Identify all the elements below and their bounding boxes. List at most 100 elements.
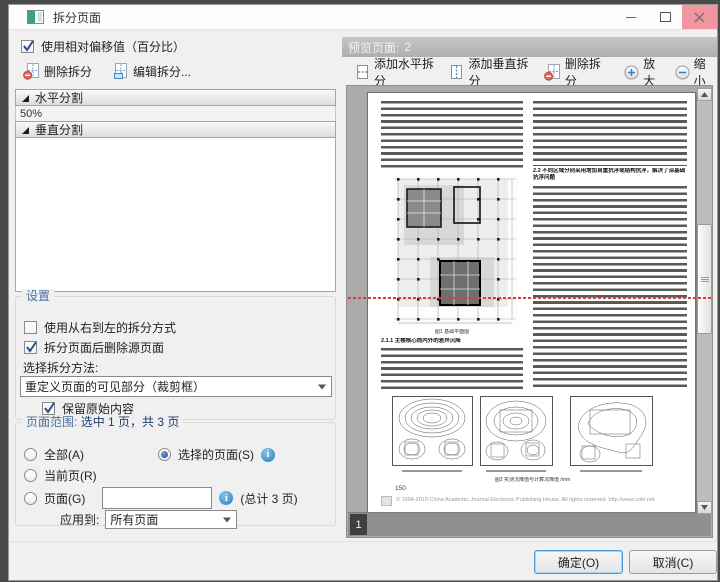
scroll-down-button[interactable]: [697, 501, 712, 514]
rtl-split-checkbox[interactable]: [24, 321, 37, 334]
paragraph-text: [533, 101, 687, 166]
maximize-button[interactable]: [648, 5, 682, 29]
contour-figure: [480, 396, 553, 466]
arrow-up-icon: [701, 92, 708, 97]
add-horizontal-split-label: 添加水平拆分: [374, 55, 438, 89]
apply-to-row: 应用到: 所有页面: [60, 510, 237, 529]
preview-toolbar: 添加水平拆分 添加垂直拆分 删除拆分 放: [342, 59, 717, 85]
edit-split-icon: [112, 63, 129, 80]
vertical-split-empty-list[interactable]: [15, 138, 336, 292]
keep-original-checkbox[interactable]: [42, 402, 55, 415]
vertical-split-header-label: 垂直分割: [35, 121, 83, 138]
scroll-up-button[interactable]: [697, 88, 712, 101]
range-current-row: 当前页(R): [24, 467, 97, 484]
dialog-footer: 确定(O) 取消(C): [9, 541, 717, 583]
close-icon: [694, 12, 705, 23]
split-pages-dialog: 拆分页面 使用相对偏移值（百分比）: [8, 4, 718, 581]
add-vertical-split-label: 添加垂直拆分: [468, 55, 532, 89]
preview-page-number: 2: [404, 40, 411, 54]
subsection-heading: 2.1.1 主楼核心筒内外的差异沉降: [381, 338, 523, 345]
info-icon[interactable]: i: [219, 491, 233, 505]
split-method-value: 重定义页面的可见部分（裁剪框）: [25, 378, 205, 395]
range-selected-radio[interactable]: [158, 448, 171, 461]
figure1-caption: 图1 基础平面图: [381, 329, 523, 335]
check-icon: [24, 340, 39, 355]
figure2-caption: 图2 实测沉降值与计算沉降值 /mm: [368, 477, 697, 483]
delete-split-button[interactable]: 删除拆分: [17, 59, 98, 84]
contour-caption-text: [486, 470, 546, 473]
check-icon: [42, 401, 57, 416]
settings-group: 设置 使用从右到左的拆分方式 拆分页面后删除源页面 选择拆分方法: 重定义页面的…: [15, 296, 336, 420]
delete-source-label: 拆分页面后删除源页面: [44, 339, 164, 356]
horizontal-split-item[interactable]: 50%: [15, 106, 336, 122]
close-button[interactable]: [682, 5, 717, 29]
zoom-out-icon: [675, 65, 690, 80]
minimize-icon: [626, 17, 636, 18]
edit-split-button[interactable]: 编辑拆分...: [106, 59, 197, 84]
edit-split-label: 编辑拆分...: [133, 63, 191, 80]
dialog-title: 拆分页面: [53, 9, 101, 26]
expander-triangle-icon: [20, 125, 30, 135]
range-all-radio[interactable]: [24, 448, 37, 461]
contour-caption-text: [402, 470, 462, 473]
chevron-down-icon: [318, 384, 326, 389]
arrow-down-icon: [701, 505, 708, 510]
relative-offset-checkbox[interactable]: [21, 40, 34, 53]
horizontal-split-expander[interactable]: 水平分割: [15, 89, 336, 106]
document-page: 图1 基础平面图 2.1.1 主楼核心筒内外的差异沉降 2.2 不同区域分别采用…: [367, 92, 696, 514]
total-pages-label: (总计 3 页): [240, 490, 297, 507]
preview-delete-split-label: 删除拆分: [565, 55, 607, 89]
titlebar[interactable]: 拆分页面: [9, 5, 717, 30]
split-list: 水平分割 50% 垂直分割: [15, 89, 336, 292]
zoom-in-label: 放大: [643, 55, 663, 89]
page-range-group: 页面范围: 选中 1 页，共 3 页 全部(A) 选择的页面(S) i 当前页(…: [15, 422, 336, 526]
range-pages-label: 页面(G): [44, 490, 85, 507]
split-method-label: 选择拆分方法:: [23, 359, 98, 376]
cancel-button[interactable]: 取消(C): [629, 550, 717, 574]
apply-to-select[interactable]: 所有页面: [105, 510, 237, 529]
settings-group-label: 设置: [22, 289, 54, 304]
window-controls: [614, 5, 717, 29]
preview-scrollbar[interactable]: [697, 88, 712, 514]
paragraph-text: [533, 186, 687, 391]
add-horizontal-split-icon: [355, 65, 370, 80]
horizontal-split-header-label: 水平分割: [35, 89, 83, 106]
split-method-select[interactable]: 重定义页面的可见部分（裁剪框）: [20, 376, 332, 397]
info-icon[interactable]: i: [261, 448, 275, 462]
paragraph-text: [381, 101, 523, 171]
page-range-summary: 选中 1 页，共 3 页: [81, 415, 180, 429]
apply-to-label: 应用到:: [60, 511, 99, 528]
zoom-in-icon: [624, 65, 639, 80]
scrollbar-thumb[interactable]: [697, 224, 712, 334]
minimize-button[interactable]: [614, 5, 648, 29]
range-pages-radio[interactable]: [24, 492, 37, 505]
range-current-radio[interactable]: [24, 469, 37, 482]
floor-plan-figure: [390, 173, 519, 326]
page-range-header: 页面范围:: [26, 415, 77, 429]
vertical-split-expander[interactable]: 垂直分割: [15, 121, 336, 138]
horizontal-split-line[interactable]: [348, 297, 712, 299]
cnki-logo-icon: [381, 496, 392, 506]
page-thumbnail-badge[interactable]: 1: [350, 514, 367, 535]
check-icon: [21, 39, 36, 54]
contour-figure: [570, 396, 653, 466]
section-heading: 2.2 不同区域分别采用增加自重抗浮或结构抗浮，解决了深基础抗浮问题: [533, 168, 687, 183]
add-vertical-split-icon: [449, 65, 464, 80]
preview-viewport[interactable]: 图1 基础平面图 2.1.1 主楼核心筒内外的差异沉降 2.2 不同区域分别采用…: [346, 85, 713, 538]
range-all-label: 全部(A): [44, 446, 84, 463]
preview-page-strip: 1: [348, 512, 711, 536]
range-selected-row: 选择的页面(S) i: [158, 446, 275, 463]
split-page-app-icon: [27, 10, 44, 24]
contour-figure: [392, 396, 473, 466]
rtl-split-row: 使用从右到左的拆分方式: [24, 319, 176, 336]
page-range-group-label: 页面范围: 选中 1 页，共 3 页: [22, 415, 183, 430]
pages-input[interactable]: [102, 487, 212, 509]
delete-split-icon: [544, 64, 561, 81]
page-number: 150: [395, 485, 406, 492]
splits-section: 使用相对偏移值（百分比） 删除拆分: [15, 32, 336, 294]
maximize-icon: [660, 12, 671, 22]
split-edit-toolbar: 删除拆分 编辑拆分...: [17, 59, 197, 84]
ok-button[interactable]: 确定(O): [534, 550, 623, 574]
delete-source-checkbox[interactable]: [24, 341, 37, 354]
contour-caption-text: [580, 470, 642, 473]
